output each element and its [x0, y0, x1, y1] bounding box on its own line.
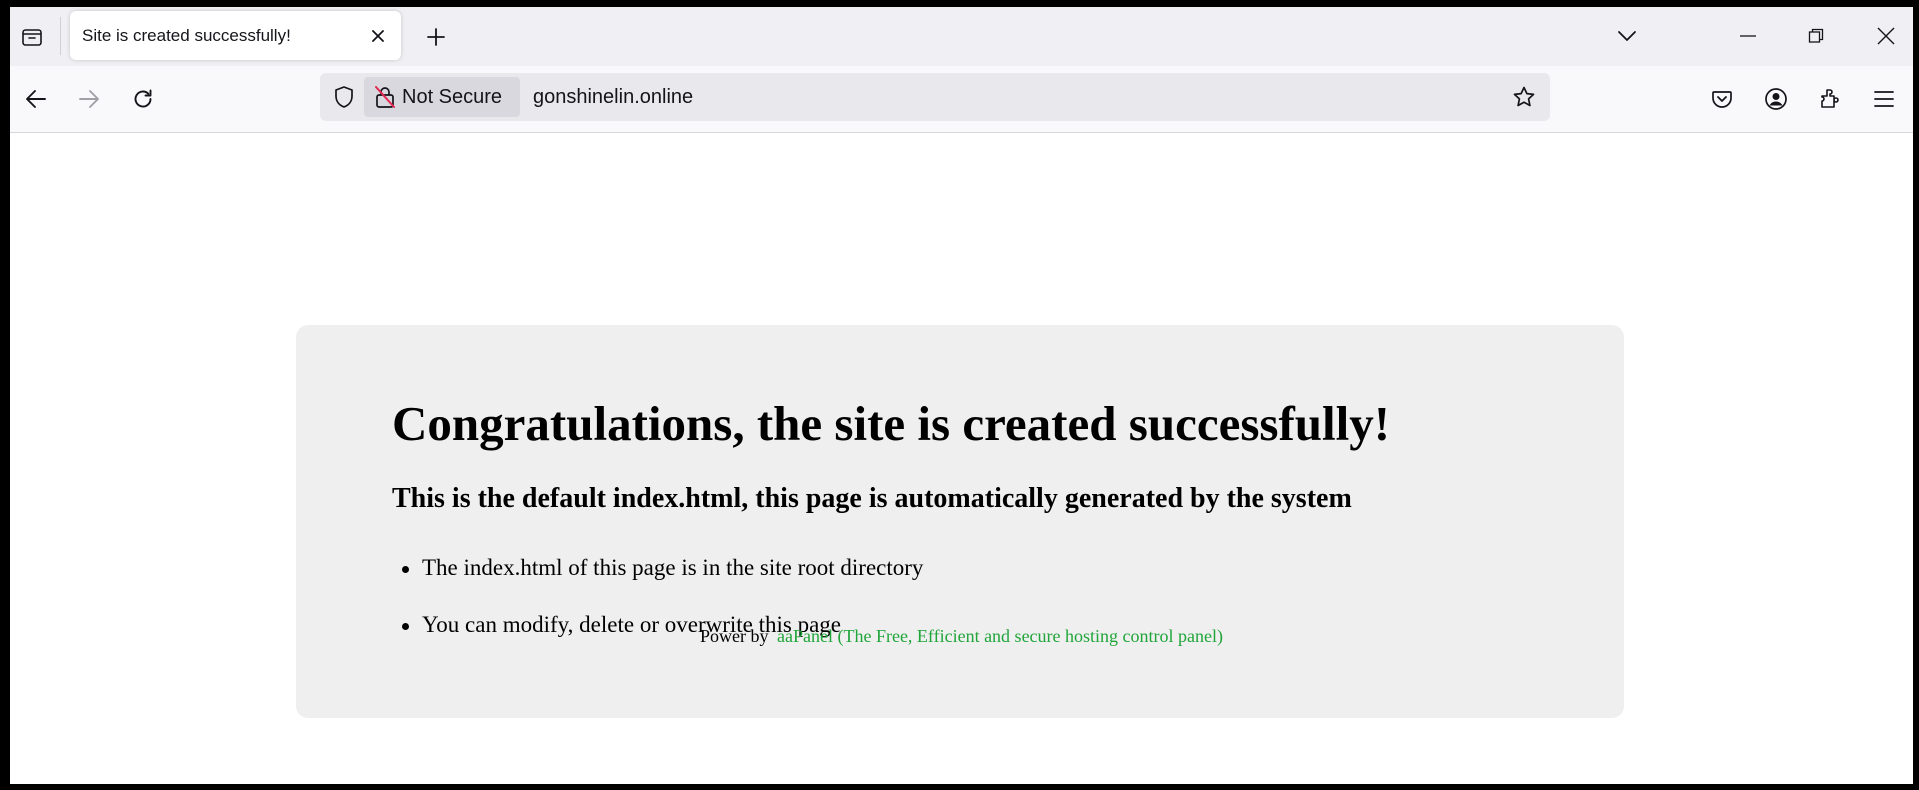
page-subheading: This is the default index.html, this pag…	[392, 483, 1352, 514]
page-heading: Congratulations, the site is created suc…	[392, 396, 1391, 451]
list-all-tabs-chevron-icon[interactable]	[1610, 19, 1644, 53]
browser-window: Site is created successfully! Not Secure…	[10, 7, 1913, 784]
aapanel-link[interactable]: aaPanel (The Free, Efficient and secure …	[777, 626, 1223, 646]
menu-hamburger-icon[interactable]	[1865, 80, 1903, 118]
list-item: The index.html of this page is in the si…	[392, 555, 923, 612]
tab-title: Site is created successfully!	[82, 26, 291, 45]
not-secure-indicator[interactable]: Not Secure	[364, 77, 520, 117]
message-card: Congratulations, the site is created suc…	[296, 325, 1624, 718]
bookmark-star-icon[interactable]	[1508, 81, 1540, 113]
new-tab-plus-icon[interactable]	[420, 21, 452, 53]
tab-active[interactable]: Site is created successfully!	[70, 11, 401, 60]
url-text[interactable]: gonshinelin.online	[533, 86, 693, 109]
address-bar[interactable]: Not Secure gonshinelin.online	[320, 73, 1550, 121]
minimize-icon[interactable]	[1724, 17, 1772, 55]
pocket-icon[interactable]	[1703, 80, 1741, 118]
reload-icon[interactable]	[124, 80, 162, 118]
tab-separator	[60, 17, 61, 55]
restore-icon[interactable]	[1792, 17, 1840, 55]
footer: Power by aaPanel (The Free, Efficient an…	[10, 626, 1913, 647]
extensions-puzzle-icon[interactable]	[1811, 80, 1849, 118]
forward-arrow-icon	[70, 80, 108, 118]
account-icon[interactable]	[1757, 80, 1795, 118]
firefox-view-icon[interactable]	[16, 21, 48, 53]
close-window-icon[interactable]	[1862, 17, 1910, 55]
tracking-protection-shield-icon[interactable]	[328, 81, 360, 113]
not-secure-label: Not Secure	[402, 85, 503, 108]
back-arrow-icon[interactable]	[17, 80, 55, 118]
page-content: Congratulations, the site is created suc…	[10, 133, 1913, 784]
footer-prefix: Power by	[700, 626, 769, 646]
insecure-lock-icon	[374, 85, 396, 109]
navigation-toolbar: Not Secure gonshinelin.online	[10, 66, 1913, 133]
close-tab-icon[interactable]	[365, 23, 391, 49]
tab-strip: Site is created successfully!	[10, 7, 1913, 66]
info-list: The index.html of this page is in the si…	[392, 555, 923, 669]
